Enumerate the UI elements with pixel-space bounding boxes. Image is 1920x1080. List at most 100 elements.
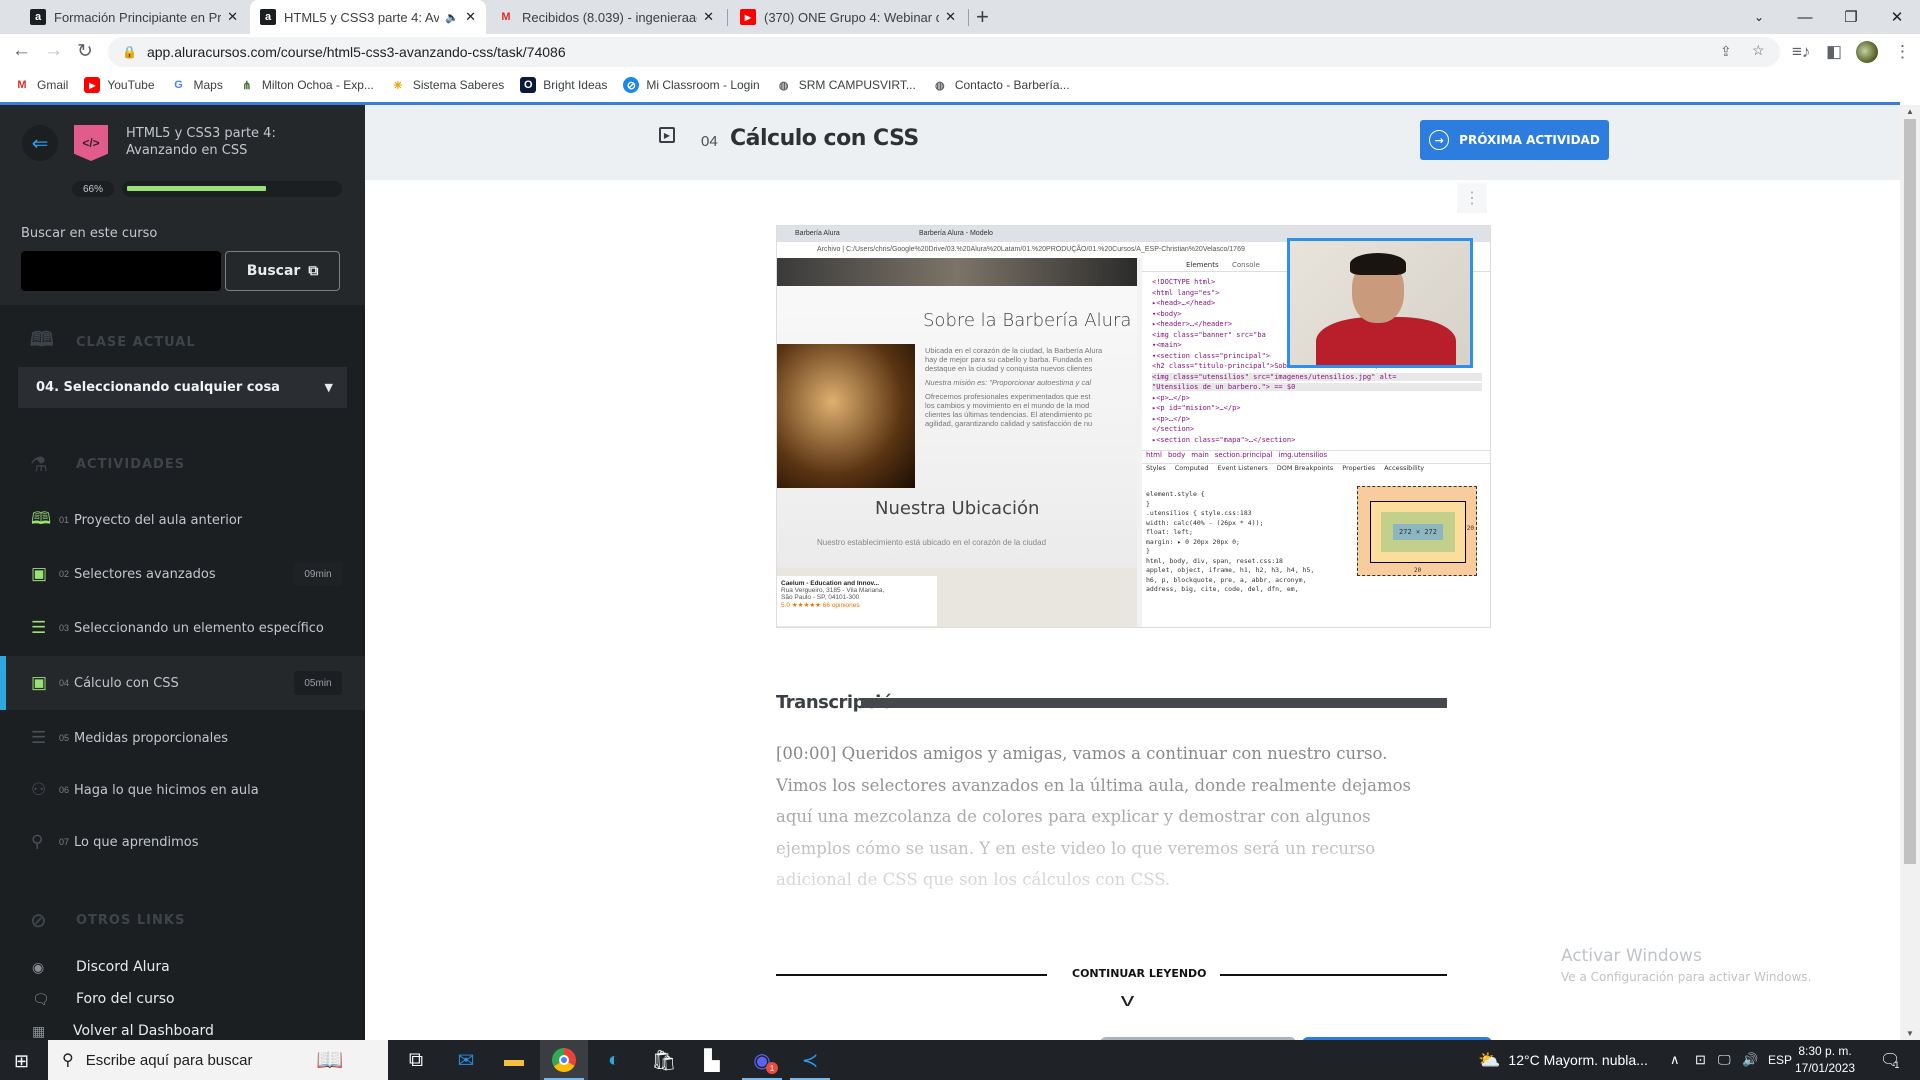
back-button[interactable]: ← — [12, 40, 31, 62]
activity-item-02[interactable]: ▣ 02 Selectores avanzados 09min — [0, 547, 365, 601]
browser-tab-bar: a Formación Principiante en Progra ✕ a H… — [0, 0, 1920, 34]
discord-taskbar-icon[interactable]: ◉ 1 — [738, 1040, 786, 1080]
devtools-dom-line: ▾<section class="principal"> — [1152, 351, 1271, 360]
minimize-button[interactable]: — — [1782, 0, 1828, 34]
windows-start-icon[interactable]: ⊞ — [14, 1051, 29, 1072]
video-player[interactable]: Barbería Alura Barbería Alura - Modelo A… — [776, 225, 1491, 628]
close-tab-icon[interactable]: ✕ — [945, 9, 956, 25]
bookmark-saberes[interactable]: ✳ Sistema Saberes — [390, 77, 504, 93]
scroll-down-icon[interactable]: ▼ — [1906, 1029, 1914, 1038]
lock-icon: 🔒 — [122, 45, 137, 59]
new-tab-button[interactable]: + — [976, 4, 989, 30]
collapse-sidebar-button[interactable]: ⇐ — [22, 125, 58, 161]
profile-avatar[interactable] — [1856, 41, 1878, 63]
video-razor-image — [777, 344, 915, 488]
youtube-icon: ▶ — [84, 77, 101, 93]
devtools-dom-line: ▸<section class="mapa">…</section> — [1152, 435, 1296, 444]
file-explorer-icon[interactable]: ▬ — [490, 1040, 538, 1080]
language-indicator[interactable]: ESP — [1768, 1040, 1792, 1080]
task-view-icon[interactable]: ⧉ — [392, 1040, 440, 1080]
chrome-menu-icon[interactable]: ⋮ — [1894, 42, 1911, 62]
bookmark-bright-ideas[interactable]: O Bright Ideas — [520, 77, 607, 93]
video-text: los cambios y movimiento en el mundo de … — [925, 401, 1090, 410]
devtools-styles-tab: Computed — [1174, 464, 1209, 472]
tab-search-icon[interactable]: ⌄ — [1736, 0, 1782, 34]
weather-widget[interactable]: ⛅ 12°C Mayorm. nubla... — [1478, 1040, 1648, 1080]
side-panel-icon[interactable]: ◧ — [1826, 42, 1842, 62]
search-icon: ⚲ — [62, 1052, 74, 1069]
search-button[interactable]: Buscar ⧉ — [225, 251, 340, 291]
taskbar-search-box[interactable]: ⚲ Escribe aquí para buscar 📖 — [48, 1040, 388, 1080]
link-dashboard[interactable]: ▦ Volver al Dashboard — [0, 1017, 365, 1040]
discord-badge: 1 — [766, 1062, 778, 1074]
reload-button[interactable]: ↻ — [77, 40, 93, 63]
bookmark-maps[interactable]: G Maps — [171, 77, 223, 93]
microsoft-store-icon[interactable]: 🛍 — [640, 1040, 688, 1080]
close-window-button[interactable]: ✕ — [1874, 0, 1920, 34]
mail-icon[interactable]: ✉ — [442, 1040, 490, 1080]
flask-icon: ⚗ — [30, 452, 49, 476]
next-activity-button[interactable]: → PRÓXIMA ACTIVIDAD — [1420, 120, 1609, 160]
map-card-line: Caelum - Education and Innov... — [781, 580, 880, 587]
clock-time: 8:30 p. m. — [1798, 1044, 1852, 1058]
media-playlist-icon[interactable]: ≡♪ — [1792, 42, 1810, 62]
devtools-dom-line: ▸<head>…</head> — [1152, 299, 1216, 307]
devtools-tab: Console — [1232, 261, 1260, 269]
bookmark-youtube[interactable]: ▶ YouTube — [84, 77, 155, 93]
link-forum[interactable]: 🗨 Foro del curso — [0, 985, 365, 1013]
activity-item-06[interactable]: ⚇ 06 Haga lo que hicimos en aula — [0, 763, 365, 817]
taskbar-clock[interactable]: 8:30 p. m. 17/01/2023 — [1795, 1043, 1855, 1077]
video-options-icon[interactable]: ⋮ — [1457, 183, 1487, 213]
edge-icon[interactable]: ◐ — [590, 1040, 638, 1080]
activity-item-07[interactable]: ⚲ 07 Lo que aprendimos — [0, 815, 365, 869]
share-icon[interactable]: ⇪ — [1720, 43, 1732, 60]
devtools-css-line: } — [1146, 547, 1150, 555]
camera-icon[interactable]: ⊡ — [1695, 1040, 1706, 1080]
notification-center-icon[interactable]: 🗨 1 — [1880, 1040, 1900, 1080]
continue-reading-label[interactable]: CONTINUAR LEYENDO — [1072, 967, 1207, 980]
windows-taskbar: ⊞ ⚲ Escribe aquí para buscar 📖 ⧉ ✉ ▬ ◐ 🛍… — [0, 1040, 1920, 1080]
scroll-up-icon[interactable]: ▲ — [1906, 107, 1914, 116]
bookmark-gmail[interactable]: M Gmail — [14, 77, 68, 93]
devtools-css-line: width: calc(40% - (26px * 4)); — [1146, 518, 1264, 527]
restore-button[interactable]: ❐ — [1828, 0, 1874, 34]
bookmark-classroom[interactable]: ⊘ Mi Classroom - Login — [623, 77, 760, 93]
box-model-margin: 20 — [1466, 525, 1474, 532]
activity-item-04-selected[interactable]: ▣ 04 Cálculo con CSS 05min — [0, 656, 365, 710]
devtools-styles-tab: Styles — [1146, 464, 1166, 472]
tray-chevron-icon[interactable]: ∧ — [1670, 1040, 1680, 1080]
activity-item-01[interactable]: 🕮 01 Proyecto del aula anterior — [0, 493, 365, 547]
bookmark-barberia[interactable]: ◍ Contacto - Barbería... — [932, 77, 1070, 93]
chrome-icon[interactable] — [540, 1040, 588, 1080]
video-text: agilidad, garantizando calidad y satisfa… — [925, 419, 1093, 428]
browser-tab[interactable]: a Formación Principiante en Progra ✕ — [20, 0, 248, 34]
activity-item-03[interactable]: ☰ 03 Seleccionando un elemento específic… — [0, 601, 365, 655]
bookmark-srm[interactable]: ◍ SRM CAMPUSVIRT... — [776, 77, 916, 93]
bookmark-milton[interactable]: ⋔ Milton Ochoa - Exp... — [239, 77, 374, 93]
activity-number: 05 — [59, 733, 70, 743]
speaker-icon[interactable]: 🔈 — [445, 11, 459, 24]
browser-tab-active[interactable]: a HTML5 y CSS3 parte 4: Avanz 🔈 ✕ — [250, 0, 486, 34]
scrollbar-thumb[interactable] — [1904, 119, 1916, 864]
current-class-dropdown[interactable]: 04. Seleccionando cualquier cosa ▼ — [18, 367, 347, 408]
close-tab-icon[interactable]: ✕ — [227, 9, 238, 25]
network-icon[interactable]: 🖵 — [1718, 1040, 1731, 1080]
page-scrollbar[interactable]: ▲ ▼ — [1900, 105, 1920, 1040]
activity-item-05[interactable]: ☰ 05 Medidas proporcionales — [0, 711, 365, 765]
link-discord[interactable]: ◉ Discord Alura — [0, 953, 365, 981]
devtools-crumb: main — [1191, 451, 1209, 459]
globe-icon: ◍ — [778, 79, 789, 92]
forward-button[interactable]: → — [44, 40, 63, 62]
browser-tab[interactable]: M Recibidos (8.039) - ingenieraagric ✕ — [488, 0, 724, 34]
url-field[interactable]: 🔒 app.aluracursos.com/course/html5-css3-… — [108, 37, 1780, 67]
vscode-icon[interactable]: ≺ — [786, 1040, 834, 1080]
close-tab-icon[interactable]: ✕ — [465, 9, 476, 25]
close-tab-icon[interactable]: ✕ — [703, 9, 714, 25]
kindle-icon[interactable]: ▙ — [688, 1040, 736, 1080]
volume-icon[interactable]: 🔊 — [1742, 1040, 1758, 1080]
browser-tab[interactable]: ▶ (370) ONE Grupo 4: Webinar de ( ✕ — [730, 0, 966, 34]
heading-label: ACTIVIDADES — [76, 456, 186, 472]
bookmark-star-icon[interactable]: ☆ — [1752, 42, 1765, 59]
course-search-input[interactable] — [21, 251, 221, 291]
chevron-down-icon[interactable]: v — [1121, 990, 1135, 1011]
